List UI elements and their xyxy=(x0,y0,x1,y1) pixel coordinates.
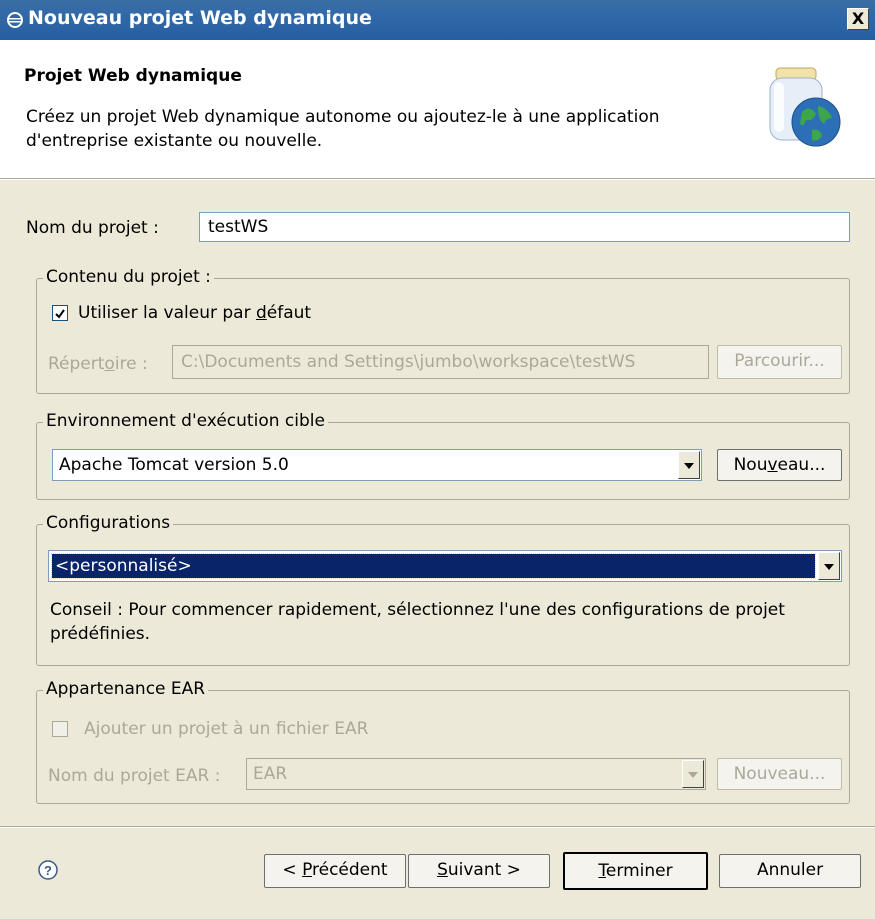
wizard-header: Projet Web dynamique Créez un projet Web… xyxy=(0,40,875,179)
ear-project-name-label: Nom du projet EAR : xyxy=(48,766,221,786)
target-runtime-legend: Environnement d'exécution cible xyxy=(43,411,328,431)
new-runtime-button[interactable]: Nouveau... xyxy=(717,449,842,481)
use-default-label[interactable]: Utiliser la valeur par défaut xyxy=(78,303,311,323)
target-runtime-select[interactable]: Apache Tomcat version 5.0 xyxy=(52,449,702,481)
cancel-button[interactable]: Annuler xyxy=(719,854,861,888)
ear-project-select[interactable]: EAR xyxy=(246,758,706,790)
directory-input[interactable]: C:\Documents and Settings\jumbo\workspac… xyxy=(172,345,709,379)
project-name-input[interactable]: testWS xyxy=(199,212,850,242)
configurations-select[interactable]: <personnalisé> xyxy=(48,550,842,582)
close-button[interactable]: X xyxy=(847,8,869,30)
chevron-down-icon[interactable] xyxy=(678,451,700,479)
eclipse-icon xyxy=(7,12,23,28)
footer-separator xyxy=(0,826,875,828)
new-dynamic-web-project-dialog: Nouveau projet Web dynamique X Projet We… xyxy=(0,0,875,919)
configurations-hint: Conseil : Pour commencer rapidement, sél… xyxy=(50,600,785,644)
directory-label: Répertoire : xyxy=(48,354,148,374)
check-icon xyxy=(55,309,65,319)
question-circle-icon[interactable]: ? xyxy=(38,860,58,880)
project-name-label: Nom du projet : xyxy=(26,218,159,238)
add-to-ear-label: Ajouter un projet à un fichier EAR xyxy=(84,719,369,739)
chevron-down-icon[interactable] xyxy=(682,760,704,788)
browse-button[interactable]: Parcourir... xyxy=(717,345,842,379)
finish-button[interactable]: Terminer xyxy=(563,852,708,890)
ear-membership-legend: Appartenance EAR xyxy=(43,679,209,699)
add-to-ear-checkbox[interactable] xyxy=(52,721,68,737)
title-bar[interactable]: Nouveau projet Web dynamique X xyxy=(0,0,875,40)
configurations-legend: Configurations xyxy=(43,513,174,533)
window-title: Nouveau projet Web dynamique xyxy=(28,7,372,29)
page-title: Projet Web dynamique xyxy=(24,66,242,86)
project-contents-legend: Contenu du projet : xyxy=(43,267,214,287)
previous-button[interactable]: < Précédent xyxy=(264,854,406,888)
use-default-checkbox[interactable] xyxy=(52,305,68,321)
next-button[interactable]: Suivant > xyxy=(408,854,550,888)
page-description: Créez un projet Web dynamique autonome o… xyxy=(26,107,660,151)
svg-text:?: ? xyxy=(44,863,52,878)
chevron-down-icon[interactable] xyxy=(818,552,840,580)
new-ear-button[interactable]: Nouveau... xyxy=(717,758,842,790)
header-separator xyxy=(0,178,875,180)
jar-globe-icon xyxy=(769,67,841,147)
